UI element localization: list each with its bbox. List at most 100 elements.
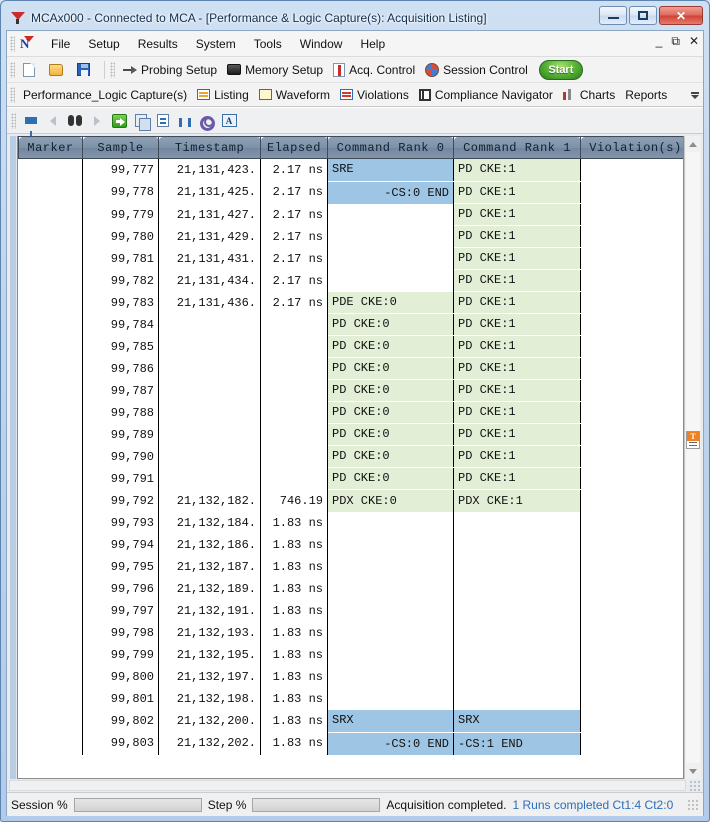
column-header-command-rank-1[interactable]: Command Rank 1 (454, 137, 581, 159)
listing-grid[interactable]: Marker Sample Timestamp Elapsed Command … (17, 136, 684, 779)
column-header-timestamp[interactable]: Timestamp (159, 137, 261, 159)
scroll-up-button[interactable] (686, 136, 701, 152)
memory-setup-button[interactable]: Memory Setup (222, 61, 328, 79)
charts-label: Charts (580, 88, 615, 102)
scrollbar-track[interactable] (686, 152, 700, 763)
settings-button[interactable] (196, 111, 218, 131)
vertical-scrollbar[interactable]: T (684, 136, 701, 779)
acquisition-icon (333, 63, 345, 77)
table-row[interactable]: 99,79721,132,191.1.83 ns (19, 600, 685, 622)
cell-elapsed: 1.83 ns (261, 644, 328, 666)
waveform-button[interactable]: Waveform (254, 86, 335, 104)
horizontal-scrollbar-rail[interactable] (9, 780, 686, 791)
table-row[interactable]: 99,78321,131,436.2.17 nsPDE CKE:0PD CKE:… (19, 292, 685, 314)
window-close-button[interactable]: ✕ (659, 6, 703, 25)
mdi-restore-button[interactable]: ⧉ (671, 35, 680, 47)
toolbar-overflow-button[interactable] (690, 87, 700, 103)
charts-button[interactable]: Charts (558, 86, 620, 104)
menu-item-results[interactable]: Results (129, 34, 187, 54)
table-row[interactable]: 99,788PD CKE:0PD CKE:1 (19, 402, 685, 424)
column-header-elapsed[interactable]: Elapsed (261, 137, 328, 159)
menu-gripper[interactable] (10, 36, 15, 52)
menu-item-file[interactable]: File (42, 34, 79, 54)
pane-resize-grip[interactable] (689, 780, 701, 791)
export-button[interactable] (152, 111, 174, 131)
font-button[interactable]: A (218, 111, 240, 131)
cell-command-rank-1 (454, 666, 581, 688)
table-row[interactable]: 99,77821,131,425.2.17 ns-CS:0 ENDPD CKE:… (19, 181, 685, 204)
filter-button[interactable] (20, 111, 42, 131)
trigger-marker-icon[interactable]: T (686, 431, 700, 449)
table-row[interactable]: 99,786PD CKE:0PD CKE:1 (19, 358, 685, 380)
window-maximize-button[interactable] (629, 6, 657, 25)
performance-logic-captures-button[interactable]: Performance_Logic Capture(s) (18, 86, 192, 104)
cell-violations (581, 600, 685, 622)
cell-elapsed: 1.83 ns (261, 600, 328, 622)
window-resize-grip[interactable] (687, 799, 699, 811)
new-button[interactable] (18, 61, 44, 79)
menu-item-tools[interactable]: Tools (245, 34, 291, 54)
scroll-down-button[interactable] (686, 763, 701, 779)
table-row[interactable]: 99,79221,132,182.746.19PDX CKE:0PDX CKE:… (19, 490, 685, 513)
actions-gripper[interactable] (110, 62, 115, 78)
probing-setup-button[interactable]: Probing Setup (118, 61, 222, 79)
main-toolbar-gripper[interactable] (10, 62, 15, 78)
acq-control-button[interactable]: Acq. Control (328, 61, 420, 79)
session-control-label: Session Control (443, 63, 528, 77)
listing-toolbar-gripper[interactable] (11, 113, 16, 129)
table-row[interactable]: 99,789PD CKE:0PD CKE:1 (19, 424, 685, 446)
table-row[interactable]: 99,784PD CKE:0PD CKE:1 (19, 314, 685, 336)
mdi-app-icon[interactable]: N (18, 35, 36, 53)
table-row[interactable]: 99,785PD CKE:0PD CKE:1 (19, 336, 685, 358)
menu-item-window[interactable]: Window (291, 34, 352, 54)
table-row[interactable]: 99,80021,132,197.1.83 ns (19, 666, 685, 688)
mdi-close-button[interactable]: ✕ (689, 35, 699, 47)
step-percent-label: Step % (208, 798, 247, 812)
table-row[interactable]: 99,79521,132,187.1.83 ns (19, 556, 685, 578)
table-row[interactable]: 99,80121,132,198.1.83 ns (19, 688, 685, 710)
sort-button[interactable] (174, 111, 196, 131)
goto-button[interactable] (108, 111, 130, 131)
menu-item-setup[interactable]: Setup (79, 34, 128, 54)
window-minimize-button[interactable] (599, 6, 627, 25)
column-header-command-rank-0[interactable]: Command Rank 0 (328, 137, 454, 159)
menu-item-system[interactable]: System (187, 34, 245, 54)
cell-command-rank-0 (328, 688, 454, 710)
mdi-minimize-button[interactable]: _ (656, 35, 663, 47)
table-row[interactable]: 99,77921,131,427.2.17 nsPD CKE:1 (19, 204, 685, 226)
listing-button[interactable]: Listing (192, 86, 254, 104)
table-row[interactable]: 99,787PD CKE:0PD CKE:1 (19, 380, 685, 402)
column-header-violations[interactable]: Violation(s) (581, 137, 685, 159)
start-button[interactable]: Start (539, 60, 583, 80)
column-header-sample[interactable]: Sample (83, 137, 159, 159)
table-row[interactable]: 99,80321,132,202.1.83 ns-CS:0 END-CS:1 E… (19, 732, 685, 755)
column-header-marker[interactable]: Marker (19, 137, 83, 159)
table-row[interactable]: 99,77721,131,423.2.17 nsSREPD CKE:1 (19, 159, 685, 182)
next-button[interactable] (86, 111, 108, 131)
table-row[interactable]: 99,78021,131,429.2.17 nsPD CKE:1 (19, 226, 685, 248)
table-row[interactable]: 99,791PD CKE:0PD CKE:1 (19, 468, 685, 490)
save-button[interactable] (72, 61, 99, 78)
table-row[interactable]: 99,79421,132,186.1.83 ns (19, 534, 685, 556)
reports-button[interactable]: Reports (620, 86, 672, 104)
session-control-button[interactable]: Session Control (420, 61, 533, 79)
menu-item-help[interactable]: Help (351, 34, 394, 54)
cell-marker (19, 578, 83, 600)
compliance-navigator-button[interactable]: Compliance Navigator (414, 86, 558, 104)
horizontal-scroll-strip[interactable] (7, 779, 703, 792)
table-row[interactable]: 99,790PD CKE:0PD CKE:1 (19, 446, 685, 468)
table-row[interactable]: 99,79921,132,195.1.83 ns (19, 644, 685, 666)
open-button[interactable] (44, 62, 72, 78)
table-row[interactable]: 99,79821,132,193.1.83 ns (19, 622, 685, 644)
table-row[interactable]: 99,78121,131,431.2.17 nsPD CKE:1 (19, 248, 685, 270)
table-row[interactable]: 99,79621,132,189.1.83 ns (19, 578, 685, 600)
views-toolbar-gripper[interactable] (10, 87, 15, 103)
table-row[interactable]: 99,78221,131,434.2.17 nsPD CKE:1 (19, 270, 685, 292)
copy-button[interactable] (130, 111, 152, 131)
find-button[interactable] (64, 111, 86, 131)
table-row[interactable]: 99,79321,132,184.1.83 ns (19, 512, 685, 534)
prev-button[interactable] (42, 111, 64, 131)
violations-button[interactable]: Violations (335, 86, 414, 104)
cell-marker (19, 314, 83, 336)
table-row[interactable]: 99,80221,132,200.1.83 nsSRXSRX (19, 710, 685, 732)
